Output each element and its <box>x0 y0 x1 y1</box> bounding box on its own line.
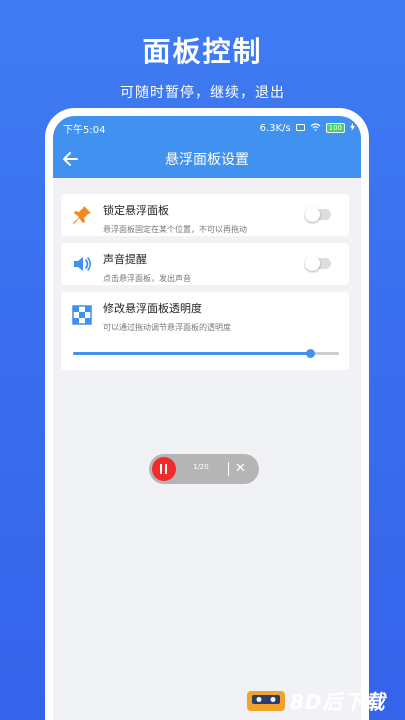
step-counter: 1/20 <box>193 463 209 471</box>
setting-title: 锁定悬浮面板 <box>103 204 169 217</box>
lock-panel-toggle[interactable] <box>305 207 331 222</box>
cassette-icon <box>247 690 285 711</box>
sound-reminder-toggle[interactable] <box>305 256 331 271</box>
phone-frame: 下午5:04 6.3K/s 100 悬浮面板设置 锁定悬浮面板 悬浮面板固定在某… <box>45 108 369 720</box>
app-bar: 悬浮面板设置 <box>53 140 361 178</box>
slider-thumb[interactable] <box>305 349 315 358</box>
arrow-left-icon[interactable] <box>61 149 81 169</box>
pin-icon <box>73 206 91 224</box>
battery-icon: 100 <box>325 123 345 133</box>
hero-subtitle: 可随时暂停，继续，退出 <box>120 85 285 101</box>
opacity-icon <box>72 305 92 325</box>
sim-icon <box>295 123 305 134</box>
status-time: 下午5:04 <box>63 124 106 136</box>
setting-description: 可以通过拖动调节悬浮面板的透明度 <box>103 323 231 332</box>
pause-button[interactable] <box>152 457 176 481</box>
hero-title: 面板控制 <box>142 35 263 68</box>
status-indicators: 6.3K/s 100 <box>259 122 355 134</box>
setting-description: 悬浮面板固定在某个位置，不可以再拖动 <box>103 225 247 234</box>
page-title: 悬浮面板设置 <box>165 152 249 168</box>
watermark-logo: 8D后下载 <box>246 686 386 715</box>
setting-title: 声音提醒 <box>103 253 147 266</box>
setting-sound-reminder: 声音提醒 点击悬浮面板，发出声音 <box>61 243 349 285</box>
opacity-slider[interactable] <box>73 349 339 358</box>
toggle-knob <box>305 207 320 222</box>
setting-title: 修改悬浮面板透明度 <box>103 302 202 315</box>
divider <box>228 462 229 476</box>
floating-control-panel[interactable]: 1/20 ✕ <box>149 454 259 484</box>
toggle-knob <box>305 256 320 271</box>
setting-description: 点击悬浮面板，发出声音 <box>103 274 191 283</box>
wifi-icon <box>310 122 321 134</box>
close-icon[interactable]: ✕ <box>235 460 246 478</box>
speaker-icon <box>74 257 91 271</box>
status-bar: 下午5:04 6.3K/s 100 <box>53 116 361 140</box>
charging-icon <box>350 122 355 134</box>
slider-fill <box>73 352 310 355</box>
network-speed: 6.3K/s <box>259 122 291 134</box>
watermark-text: 8D后下载 <box>290 690 386 714</box>
setting-lock-panel: 锁定悬浮面板 悬浮面板固定在某个位置，不可以再拖动 <box>61 194 349 236</box>
setting-opacity: 修改悬浮面板透明度 可以通过拖动调节悬浮面板的透明度 <box>61 292 349 370</box>
